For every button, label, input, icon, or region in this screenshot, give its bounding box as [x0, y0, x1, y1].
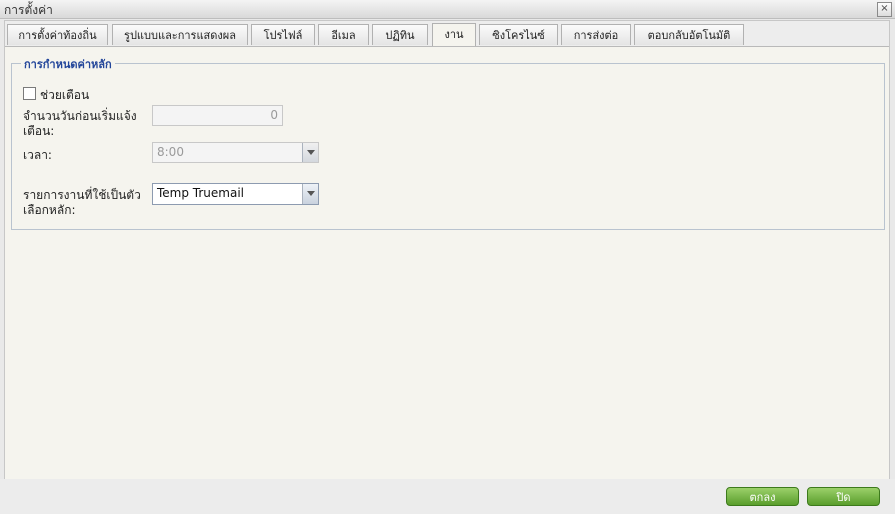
- tab-email[interactable]: อีเมล: [318, 24, 369, 45]
- time-label: เวลา:: [23, 148, 52, 162]
- reminder-checkbox[interactable]: [23, 87, 36, 100]
- tab-forwarding[interactable]: การส่งต่อ: [561, 24, 631, 45]
- settings-dialog: การตั้งค่า × การตั้งค่าท้องถิ่น รูปแบบแล…: [0, 0, 895, 514]
- section-legend: การกำหนดค่าหลัก: [21, 55, 115, 73]
- dialog-title: การตั้งค่า: [4, 3, 53, 17]
- time-value: 8:00: [157, 145, 184, 159]
- days-before-input[interactable]: 0: [152, 105, 283, 126]
- close-icon[interactable]: ×: [877, 2, 892, 17]
- default-list-select[interactable]: Temp Truemail: [152, 183, 319, 205]
- default-list-label-line2: เลือกหลัก:: [23, 203, 76, 217]
- days-before-label-line1: จำนวนวันก่อนเริ่มแจ้ง: [23, 109, 137, 123]
- tab-profile[interactable]: โปรไฟล์: [251, 24, 315, 45]
- dialog-titlebar: การตั้งค่า ×: [0, 0, 895, 19]
- main-settings-section: การกำหนดค่าหลัก ช่วยเตือน จำนวนวันก่อนเร…: [11, 55, 885, 230]
- tab-auto-reply[interactable]: ตอบกลับอัตโนมัติ: [634, 24, 744, 45]
- default-list-value: Temp Truemail: [157, 186, 244, 200]
- chevron-down-icon[interactable]: [302, 184, 318, 204]
- days-before-label-line2: เตือน:: [23, 124, 55, 138]
- days-before-label: จำนวนวันก่อนเริ่มแจ้ง เตือน:: [23, 109, 137, 139]
- tab-tasks[interactable]: งาน: [432, 23, 476, 46]
- default-list-label-line1: รายการงานที่ใช้เป็นตัว: [23, 188, 141, 202]
- tab-bar: การตั้งค่าท้องถิ่น รูปแบบและการแสดงผล โป…: [5, 21, 889, 47]
- close-button[interactable]: ปิด: [807, 487, 880, 506]
- reminder-label: ช่วยเตือน: [40, 88, 90, 102]
- dialog-content: การตั้งค่าท้องถิ่น รูปแบบและการแสดงผล โป…: [4, 20, 890, 480]
- tab-sync[interactable]: ซิงโครไนซ์: [479, 24, 558, 45]
- chevron-down-icon[interactable]: [302, 143, 318, 162]
- ok-button[interactable]: ตกลง: [726, 487, 799, 506]
- time-select[interactable]: 8:00: [152, 142, 319, 163]
- tab-calendar[interactable]: ปฏิทิน: [372, 24, 428, 45]
- tab-local-settings[interactable]: การตั้งค่าท้องถิ่น: [7, 24, 108, 45]
- dialog-footer: ตกลง ปิด: [0, 479, 895, 514]
- default-list-label: รายการงานที่ใช้เป็นตัว เลือกหลัก:: [23, 188, 141, 218]
- tab-appearance[interactable]: รูปแบบและการแสดงผล: [112, 24, 248, 45]
